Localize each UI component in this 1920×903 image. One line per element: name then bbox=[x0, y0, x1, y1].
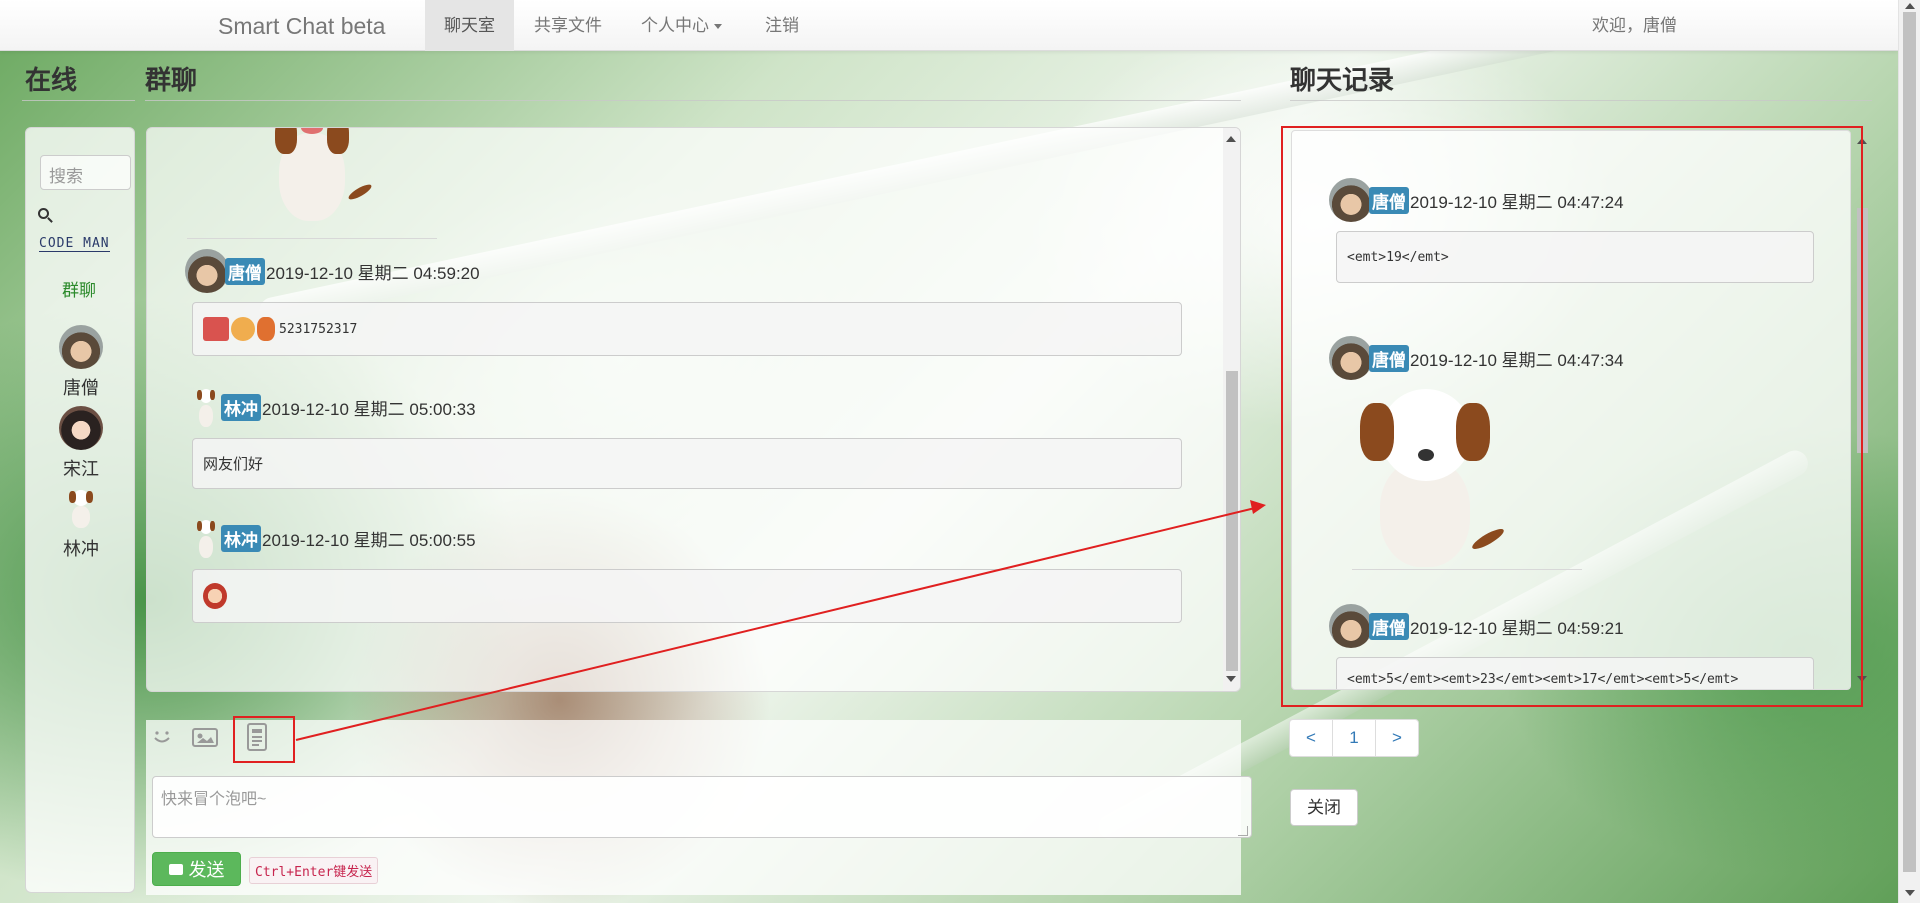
message-input[interactable]: 快来冒个泡吧~ bbox=[152, 776, 1252, 838]
annotation-box bbox=[233, 716, 295, 763]
search-icon[interactable] bbox=[38, 208, 54, 224]
codeman-logo: CODE MAN bbox=[39, 236, 110, 252]
top-navbar: Smart Chat beta 聊天室 共享文件 个人中心 注销 欢迎，唐僧 bbox=[0, 0, 1898, 51]
send-button[interactable]: 发送 bbox=[152, 852, 241, 886]
nav-logout[interactable]: 注销 bbox=[746, 0, 818, 51]
nav-personal-center[interactable]: 个人中心 bbox=[622, 0, 741, 51]
caret-down-icon bbox=[714, 24, 722, 30]
group-chat-heading: 群聊 bbox=[145, 65, 198, 95]
avatar bbox=[185, 249, 229, 293]
send-button-label: 发送 bbox=[188, 860, 225, 880]
message-username[interactable]: 唐僧 bbox=[225, 257, 265, 285]
dog-sticker-image bbox=[257, 128, 374, 228]
scroll-down-icon[interactable] bbox=[1905, 890, 1915, 896]
pagination-next[interactable]: > bbox=[1375, 719, 1419, 757]
online-user-name: 宋江 bbox=[63, 459, 99, 479]
send-shortcut-hint: Ctrl+Enter键发送 bbox=[249, 857, 379, 884]
dog-avatar-icon bbox=[66, 486, 96, 530]
nav-chatroom[interactable]: 聊天室 bbox=[425, 0, 514, 51]
message-header: 林冲 2019-12-10 星期二 05:00:55 bbox=[195, 516, 476, 560]
emoji-icon bbox=[203, 317, 275, 341]
message-username[interactable]: 林冲 bbox=[221, 524, 261, 552]
close-history-button[interactable]: 关闭 bbox=[1290, 789, 1358, 826]
online-user-name: 唐僧 bbox=[63, 378, 99, 398]
annotation-box bbox=[1281, 126, 1863, 707]
brand-title[interactable]: Smart Chat beta bbox=[218, 13, 385, 40]
scroll-down-icon[interactable] bbox=[1226, 676, 1236, 682]
message-text: 网友们好 bbox=[203, 456, 264, 473]
comment-icon bbox=[168, 863, 183, 875]
emoji-icon bbox=[203, 583, 227, 609]
online-heading: 在线 bbox=[25, 65, 78, 95]
welcome-text: 欢迎，唐僧 bbox=[1592, 16, 1677, 35]
scroll-up-icon[interactable] bbox=[1226, 136, 1236, 142]
page-scrollbar[interactable] bbox=[1898, 0, 1920, 903]
online-user-tangseng[interactable]: 唐僧 bbox=[51, 325, 111, 400]
online-users-panel: 搜索 CODE MAN 群聊 唐僧 宋江 林冲 bbox=[25, 127, 135, 893]
message-bubble: 网友们好 bbox=[192, 438, 1182, 489]
dog-avatar-icon bbox=[195, 385, 217, 429]
page-scroll-thumb[interactable] bbox=[1903, 12, 1916, 872]
resize-handle-icon[interactable] bbox=[1238, 826, 1248, 836]
avatar bbox=[59, 406, 103, 450]
chat-scrollbar[interactable] bbox=[1223, 128, 1240, 691]
online-user-name: 林冲 bbox=[63, 539, 99, 559]
message-header: 唐僧 2019-12-10 星期二 04:59:20 bbox=[185, 249, 480, 293]
image-icon[interactable] bbox=[192, 726, 218, 754]
nav-shared-files[interactable]: 共享文件 bbox=[515, 0, 621, 51]
divider bbox=[22, 100, 135, 101]
divider bbox=[1290, 100, 1872, 101]
scroll-up-icon[interactable] bbox=[1905, 3, 1915, 9]
message-bubble bbox=[192, 569, 1182, 623]
message-username[interactable]: 林冲 bbox=[221, 393, 261, 421]
avatar bbox=[59, 325, 103, 369]
message-header: 林冲 2019-12-10 星期二 05:00:33 bbox=[195, 385, 476, 429]
dog-avatar-icon bbox=[195, 516, 217, 560]
divider bbox=[187, 238, 437, 239]
history-pagination: < 1 > bbox=[1289, 719, 1419, 757]
smile-icon[interactable] bbox=[150, 724, 174, 754]
chat-scroll-thumb[interactable] bbox=[1226, 371, 1238, 671]
nav-personal-center-label: 个人中心 bbox=[641, 16, 709, 35]
message-time: 2019-12-10 星期二 05:00:55 bbox=[262, 530, 476, 550]
online-user-songjiang[interactable]: 宋江 bbox=[51, 406, 111, 481]
pagination-prev[interactable]: < bbox=[1289, 719, 1333, 757]
search-input[interactable]: 搜索 bbox=[40, 155, 131, 190]
message-time: 2019-12-10 星期二 04:59:20 bbox=[266, 263, 480, 283]
group-chat-link[interactable]: 群聊 bbox=[62, 276, 96, 301]
message-bubble: 5231752317 bbox=[192, 302, 1182, 356]
chat-messages-panel[interactable]: 唐僧 2019-12-10 星期二 04:59:20 5231752317 林冲… bbox=[146, 127, 1241, 692]
message-time: 2019-12-10 星期二 05:00:33 bbox=[262, 399, 476, 419]
online-user-linchong[interactable]: 林冲 bbox=[51, 486, 111, 561]
divider bbox=[145, 100, 1241, 101]
pagination-page[interactable]: 1 bbox=[1332, 719, 1376, 757]
message-text: 5231752317 bbox=[279, 321, 358, 337]
history-heading: 聊天记录 bbox=[1290, 65, 1395, 95]
